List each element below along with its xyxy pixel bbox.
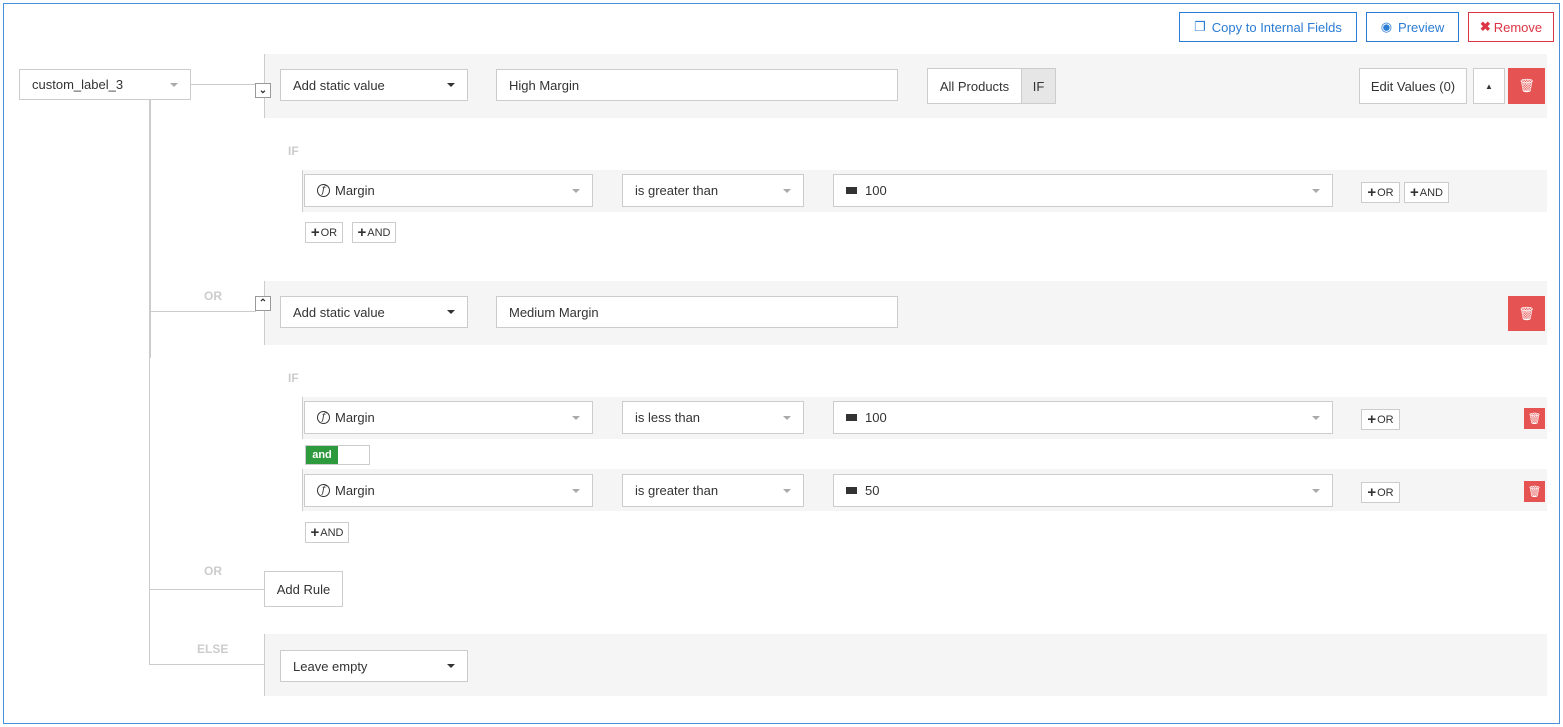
if-button[interactable]: IF — [1021, 68, 1056, 104]
chevron-down-icon — [572, 488, 580, 493]
condition-field-select[interactable]: f Margin — [304, 474, 593, 507]
trash-icon: 🗑 — [1518, 305, 1535, 321]
chevron-down-icon — [1312, 188, 1320, 193]
rule-type-select[interactable]: Add static value — [280, 69, 468, 101]
x-icon: ✖ — [1479, 19, 1491, 34]
edit-values-button[interactable]: Edit Values (0) — [1359, 68, 1467, 104]
rule-value-input[interactable]: High Margin — [496, 69, 898, 101]
remove-button[interactable]: ✖ Remove — [1468, 12, 1554, 42]
caret-down-icon — [447, 83, 455, 87]
chevron-down-icon — [783, 488, 791, 493]
tree-line — [150, 589, 264, 590]
delete-rule-button[interactable]: 🗑 — [1508, 296, 1545, 331]
copy-icon: ❐ — [1194, 19, 1206, 34]
chevron-down-icon — [572, 415, 580, 420]
add-and-group-button[interactable]: + AND — [352, 222, 396, 243]
function-icon: f — [317, 411, 330, 424]
tree-line — [149, 358, 150, 665]
chevron-down-icon — [783, 188, 791, 193]
toggle-and-label: and — [306, 446, 338, 464]
chevron-down-icon — [170, 82, 178, 87]
add-and-group-button[interactable]: + AND — [305, 522, 349, 543]
and-or-toggle[interactable]: and — [305, 445, 370, 465]
condition-value-select[interactable]: 50 — [833, 474, 1333, 507]
trash-icon: 🗑 — [1518, 78, 1535, 93]
collapse-toggle[interactable]: ⌃ — [255, 296, 271, 311]
else-select[interactable]: Leave empty — [280, 650, 468, 682]
add-or-group-button[interactable]: + OR — [305, 222, 343, 243]
trash-icon: 🗑 — [1527, 486, 1542, 498]
move-up-button[interactable]: ▲ — [1473, 68, 1505, 104]
if-label: IF — [288, 371, 299, 385]
eye-icon: ◉ — [1380, 19, 1393, 34]
chevron-down-icon — [783, 415, 791, 420]
condition-operator-select[interactable]: is greater than — [622, 474, 804, 507]
add-or-button[interactable]: + OR — [1361, 482, 1400, 503]
else-label: ELSE — [197, 642, 229, 656]
condition-operator-select[interactable]: is less than — [622, 401, 804, 434]
delete-condition-button[interactable]: 🗑 — [1524, 481, 1545, 502]
caret-up-icon: ▲ — [1485, 81, 1493, 91]
function-icon: f — [317, 484, 330, 497]
rule-type-select[interactable]: Add static value — [280, 296, 468, 328]
if-label: IF — [288, 144, 299, 158]
trash-icon: 🗑 — [1527, 413, 1542, 425]
condition-value-select[interactable]: 100 — [833, 174, 1333, 207]
condition-operator-select[interactable]: is greater than — [622, 174, 804, 207]
condition-value-select[interactable]: 100 — [833, 401, 1333, 434]
condition-field-select[interactable]: f Margin — [304, 174, 593, 207]
field-select[interactable]: custom_label_3 — [19, 69, 191, 100]
add-or-button[interactable]: + OR — [1361, 409, 1400, 430]
tree-line — [149, 100, 151, 358]
keyboard-icon — [846, 187, 857, 194]
or-connector-label: OR — [204, 564, 222, 578]
delete-condition-button[interactable]: 🗑 — [1524, 408, 1545, 429]
copy-internal-fields-button[interactable]: ❐ Copy to Internal Fields — [1179, 12, 1357, 42]
tree-line — [191, 84, 264, 85]
add-and-button[interactable]: + AND — [1404, 182, 1449, 203]
preview-button[interactable]: ◉ Preview — [1366, 12, 1459, 42]
caret-down-icon — [447, 310, 455, 314]
keyboard-icon — [846, 487, 857, 494]
or-connector-label: OR — [204, 289, 222, 303]
delete-rule-button[interactable]: 🗑 — [1508, 68, 1545, 104]
chevron-down-icon — [1312, 488, 1320, 493]
tree-line — [150, 311, 256, 312]
caret-down-icon — [447, 664, 455, 668]
condition-field-select[interactable]: f Margin — [304, 401, 593, 434]
rule-value-input[interactable]: Medium Margin — [496, 296, 898, 328]
keyboard-icon — [846, 414, 857, 421]
all-products-button[interactable]: All Products — [927, 68, 1022, 104]
collapse-toggle[interactable]: ⌄ — [255, 83, 271, 98]
add-rule-button[interactable]: Add Rule — [264, 571, 343, 607]
function-icon: f — [317, 184, 330, 197]
chevron-down-icon — [572, 188, 580, 193]
add-or-button[interactable]: + OR — [1361, 182, 1400, 203]
chevron-down-icon — [1312, 415, 1320, 420]
tree-line — [150, 664, 264, 665]
